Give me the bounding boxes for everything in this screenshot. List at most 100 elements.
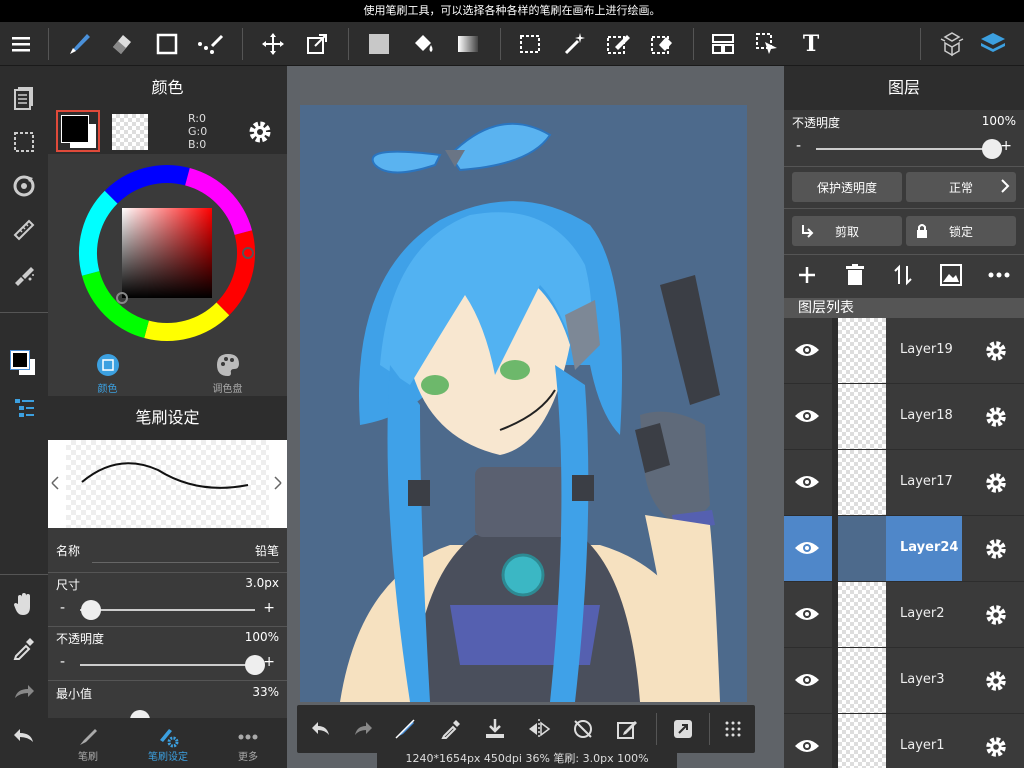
add-layer-icon[interactable] [794, 262, 820, 288]
redo-button-icon[interactable] [347, 713, 379, 745]
artwork-canvas[interactable] [300, 105, 747, 702]
tab-palette[interactable]: 调色盘 [168, 348, 287, 396]
transparent-color-swatch[interactable] [112, 114, 148, 150]
rotate-canvas-icon[interactable] [8, 170, 40, 202]
lock-button[interactable]: 锁定 [906, 216, 1016, 246]
layer-settings-gear-icon[interactable] [982, 337, 1010, 365]
layers-icon[interactable] [977, 28, 1009, 60]
select-eraser-icon[interactable] [646, 28, 678, 60]
eyedropper-icon[interactable] [8, 632, 40, 664]
layer-settings-gear-icon[interactable] [982, 601, 1010, 629]
min-slider-knob[interactable] [130, 710, 150, 718]
grid-menu-icon[interactable] [717, 713, 749, 745]
brush-eraser-toggle-icon[interactable] [389, 713, 421, 745]
layer-visibility-eye-icon[interactable] [792, 401, 822, 431]
layer-row[interactable]: Layer24 [784, 516, 1024, 582]
tab-brush-settings[interactable]: 笔刷设定 [128, 718, 208, 768]
next-brush-icon[interactable] [269, 472, 287, 496]
clip-button[interactable]: 剪取 [792, 216, 902, 246]
opacity-plus-button[interactable]: + [263, 654, 275, 670]
prev-brush-icon[interactable] [48, 472, 66, 496]
brush-icon[interactable] [64, 28, 96, 60]
select-rect-icon[interactable] [514, 28, 546, 60]
layer-panel-title: 图层 [784, 66, 1024, 110]
eraser-icon[interactable] [106, 28, 138, 60]
layer-visibility-eye-icon[interactable] [792, 533, 822, 563]
size-minus-button[interactable]: - [60, 600, 65, 616]
layer-row[interactable]: Layer2 [784, 582, 1024, 648]
layer-name: Layer24 [900, 540, 959, 555]
size-plus-button[interactable]: + [263, 600, 275, 616]
tab-more[interactable]: 更多 [208, 718, 288, 768]
reset-rotation-icon[interactable] [567, 713, 599, 745]
pages-icon[interactable] [8, 82, 40, 114]
layer-settings-gear-icon[interactable] [982, 667, 1010, 695]
divide-icon[interactable] [707, 28, 739, 60]
undo-button-icon[interactable] [305, 713, 337, 745]
flip-horizontal-icon[interactable] [523, 713, 555, 745]
layer-settings-gear-icon[interactable] [982, 469, 1010, 497]
menu-icon[interactable] [6, 28, 38, 60]
layer-visibility-eye-icon[interactable] [792, 467, 822, 497]
eyedropper-button-icon[interactable] [435, 713, 467, 745]
gradient-icon[interactable] [452, 28, 484, 60]
layer-opacity-plus[interactable]: + [1000, 138, 1012, 154]
color-wheel[interactable] [78, 164, 256, 342]
delete-layer-icon[interactable] [842, 262, 868, 288]
layer-visibility-eye-icon[interactable] [792, 731, 822, 761]
dot-brush-icon[interactable] [194, 28, 226, 60]
canvas-area[interactable] [287, 66, 784, 768]
redo-icon[interactable] [8, 676, 40, 708]
hand-icon[interactable] [8, 588, 40, 620]
protect-alpha-button[interactable]: 保护透明度 [792, 172, 902, 202]
primary-color-swatch[interactable] [56, 110, 100, 152]
layer-row[interactable]: Layer17 [784, 450, 1024, 516]
brush-list-icon[interactable] [8, 392, 40, 424]
select-pen-icon[interactable] [602, 28, 634, 60]
material-icon[interactable] [936, 28, 968, 60]
bucket-icon[interactable] [407, 28, 439, 60]
size-slider[interactable] [80, 600, 255, 620]
edit-page-icon[interactable] [611, 713, 643, 745]
layer-visibility-eye-icon[interactable] [792, 665, 822, 695]
transform-icon[interactable] [301, 28, 333, 60]
layer-row[interactable]: Layer3 [784, 648, 1024, 714]
rectangle-icon[interactable] [151, 28, 183, 60]
layer-opacity-minus[interactable]: - [796, 138, 801, 154]
size-slider-knob[interactable] [80, 600, 101, 620]
magic-wand-icon[interactable] [559, 28, 591, 60]
select-move-icon[interactable] [751, 28, 783, 60]
fill-color-icon[interactable] [363, 28, 395, 60]
layer-name: Layer1 [900, 738, 945, 753]
blend-mode-select[interactable]: 正常 [906, 172, 1016, 202]
brush-name-row[interactable]: 名称 铅笔 [48, 536, 287, 566]
brush-opacity-knob[interactable] [245, 655, 265, 675]
color-swatch-icon[interactable] [8, 348, 40, 380]
layer-row[interactable]: Layer19 [784, 318, 1024, 384]
layer-row[interactable]: Layer18 [784, 384, 1024, 450]
brush-opacity-slider[interactable] [80, 655, 265, 675]
share-icon[interactable] [667, 713, 699, 745]
layer-image-icon[interactable] [938, 262, 964, 288]
layer-opacity-knob[interactable] [982, 139, 1002, 159]
layer-visibility-eye-icon[interactable] [792, 335, 822, 365]
layer-opacity-slider[interactable] [816, 139, 1002, 159]
layer-settings-gear-icon[interactable] [982, 733, 1010, 761]
layer-settings-gear-icon[interactable] [982, 535, 1010, 563]
layer-visibility-eye-icon[interactable] [792, 599, 822, 629]
selection-layer-icon[interactable] [8, 126, 40, 158]
move-layer-icon[interactable] [890, 262, 916, 288]
color-settings-gear-icon[interactable] [246, 118, 274, 146]
layer-settings-gear-icon[interactable] [982, 403, 1010, 431]
undo-icon[interactable] [8, 720, 40, 752]
opacity-minus-button[interactable]: - [60, 654, 65, 670]
layer-row[interactable]: Layer1 [784, 714, 1024, 768]
text-icon[interactable]: T [795, 28, 827, 60]
tab-color[interactable]: 颜色 [48, 348, 167, 396]
filter-icon[interactable] [8, 258, 40, 290]
tab-brush[interactable]: 笔刷 [48, 718, 128, 768]
ruler-icon[interactable] [8, 214, 40, 246]
layer-more-icon[interactable] [986, 262, 1012, 288]
save-download-icon[interactable] [479, 713, 511, 745]
move-icon[interactable] [257, 28, 289, 60]
